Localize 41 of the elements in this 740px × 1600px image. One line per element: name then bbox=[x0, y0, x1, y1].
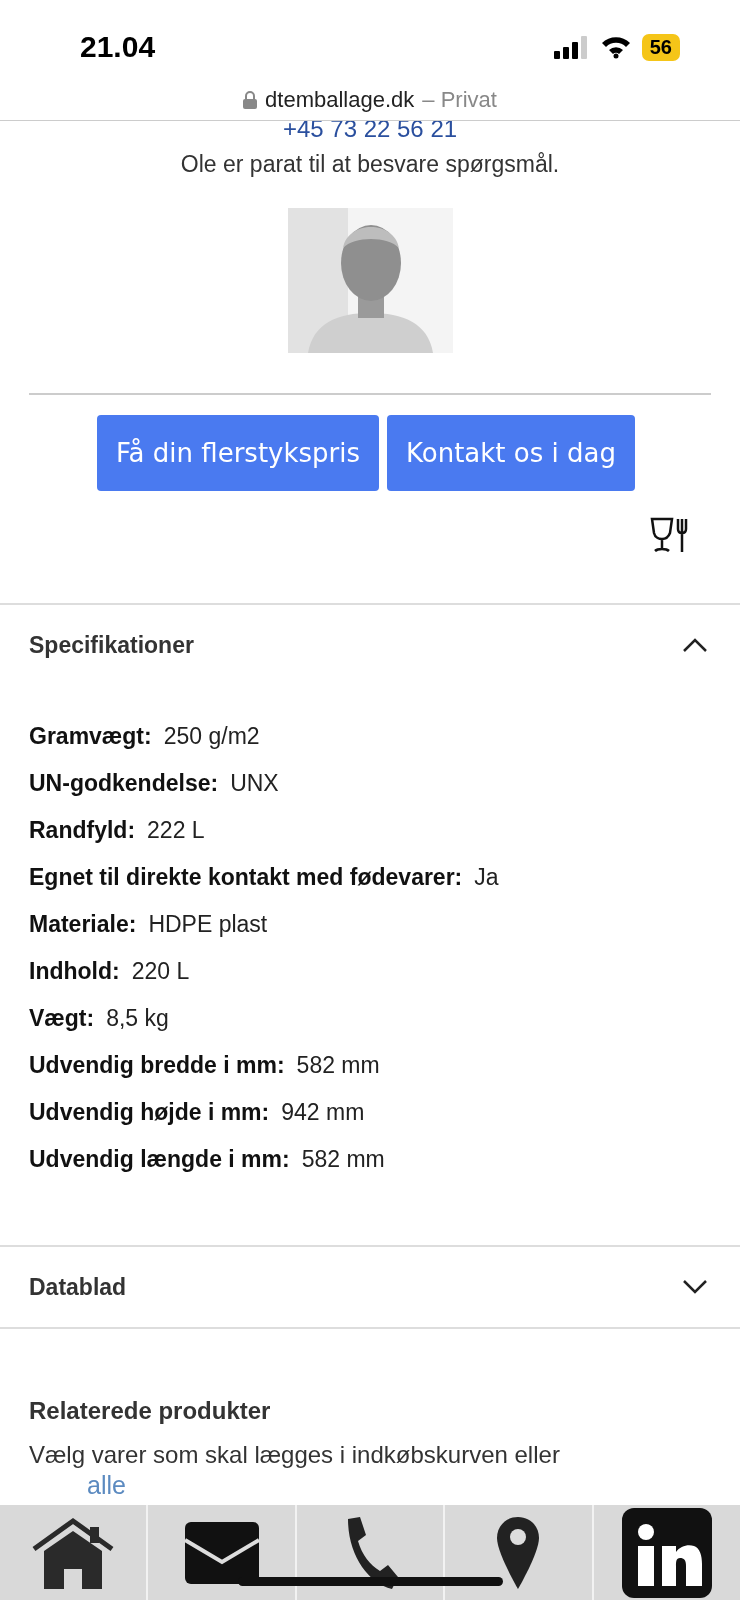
spec-label: UN-godkendelse: bbox=[29, 770, 219, 797]
related-title: Relaterede produkter bbox=[29, 1397, 272, 1425]
spec-value: 250 g/m2 bbox=[163, 723, 260, 750]
lock-icon bbox=[243, 91, 258, 109]
spec-label: Indhold: bbox=[29, 958, 120, 985]
spec-value: Ja bbox=[474, 864, 499, 891]
section-title: Datablad bbox=[29, 1273, 127, 1301]
mail-icon bbox=[182, 1519, 261, 1586]
spec-label: Gramvægt: bbox=[29, 723, 152, 750]
spec-value: UNX bbox=[230, 770, 279, 797]
spec-value: 8,5 kg bbox=[106, 1005, 169, 1032]
clock-time: 21.04 bbox=[80, 30, 156, 64]
spec-value: 222 L bbox=[147, 817, 205, 844]
spec-value: HDPE plast bbox=[148, 911, 268, 938]
spec-value: 942 mm bbox=[281, 1099, 365, 1126]
contact-note: Ole er parat til at besvare spørgsmål. bbox=[180, 151, 560, 178]
section-title: Specifikationer bbox=[29, 631, 194, 659]
spec-value: 582 mm bbox=[301, 1146, 385, 1173]
spec-label: Randfyld: bbox=[29, 817, 136, 844]
spec-value: 220 L bbox=[131, 958, 190, 985]
related-text: Vælg varer som skal lægges i indkøbskurven eller bbox=[29, 1441, 561, 1469]
phone-number[interactable]: +45 73 22 56 21 bbox=[282, 121, 458, 143]
action-button[interactable]: Kontakt os i dag bbox=[387, 415, 635, 491]
spec-label: Udvendig længde i mm: bbox=[29, 1146, 290, 1173]
section-header[interactable]: Datablad bbox=[0, 1247, 740, 1327]
browsing-mode: – Privat bbox=[422, 87, 497, 113]
spec-label: Udvendig bredde i mm: bbox=[29, 1052, 285, 1079]
spec-label: Udvendig højde i mm: bbox=[29, 1099, 270, 1126]
action-button[interactable]: Få din flerstykspris bbox=[97, 415, 380, 491]
spec-value: 582 mm bbox=[296, 1052, 380, 1079]
spec-label: Materiale: bbox=[29, 911, 137, 938]
url-domain[interactable]: dtemballage.dk bbox=[265, 87, 415, 113]
spec-label: Vægt: bbox=[29, 1005, 95, 1032]
spec-label: Egnet til direkte kontakt med fødevarer: bbox=[29, 864, 463, 891]
signal-icon bbox=[553, 35, 590, 59]
linkedin-icon bbox=[619, 1505, 714, 1600]
battery-level: 56 bbox=[641, 33, 680, 61]
location-pin-icon bbox=[495, 1514, 542, 1591]
select-all-link[interactable]: alle bbox=[87, 1471, 126, 1500]
glass-fork-icon bbox=[650, 517, 688, 553]
section-header[interactable]: Specifikationer bbox=[0, 605, 740, 685]
